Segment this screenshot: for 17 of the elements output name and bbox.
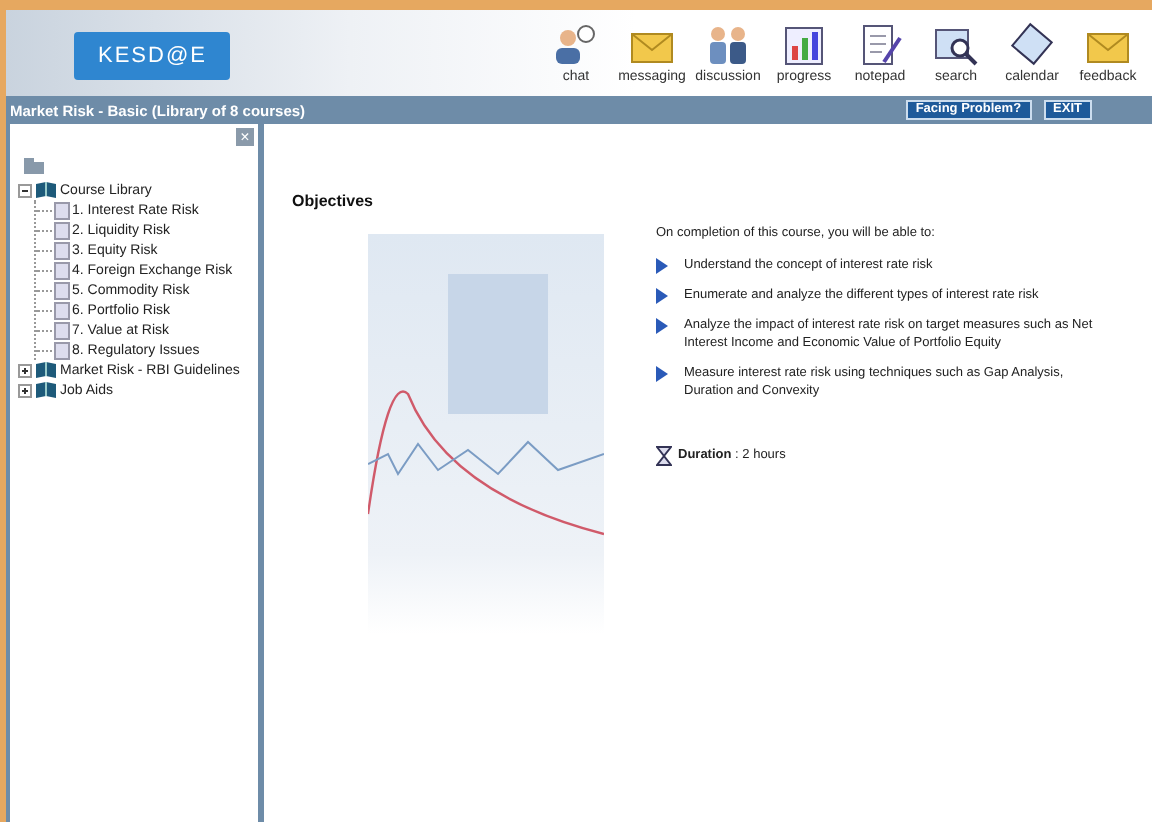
book-icon — [34, 360, 58, 380]
expand-toggle[interactable] — [18, 363, 32, 377]
logo: KESD@E — [74, 31, 231, 79]
expand-toggle[interactable] — [18, 383, 32, 397]
bullet-icon — [656, 318, 668, 335]
book-icon — [34, 180, 58, 200]
bullet-icon — [656, 288, 668, 305]
hourglass-icon — [656, 445, 672, 466]
section-heading: Objectives — [292, 192, 375, 210]
person-icon — [552, 22, 600, 66]
folder-icon — [22, 158, 46, 176]
chart-icon — [780, 22, 828, 66]
bullet-icon — [656, 258, 668, 274]
expand-toggle[interactable] — [18, 183, 32, 197]
bullet-icon — [656, 366, 668, 383]
people-icon — [704, 22, 752, 66]
book-icon — [34, 380, 58, 400]
